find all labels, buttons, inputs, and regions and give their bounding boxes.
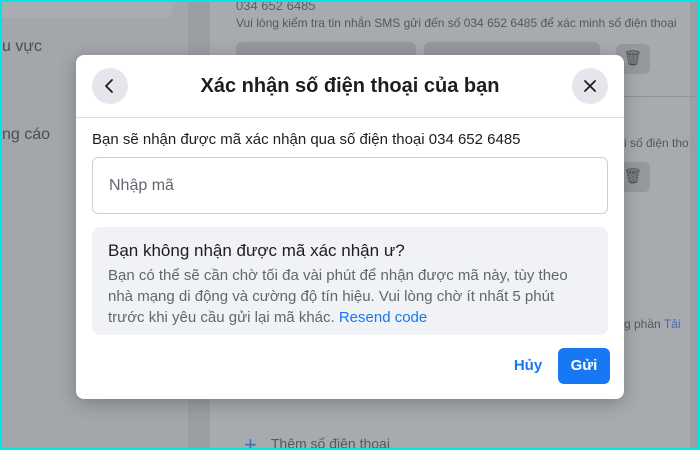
background-phone-number: 034 652 6485 xyxy=(236,2,316,13)
cancel-button[interactable]: Hủy xyxy=(500,348,556,384)
resend-code-link[interactable]: Resend code xyxy=(339,309,427,326)
screenshot-frame: u vực ng cáo 034 652 6485 Vui lòng kiểm … xyxy=(2,2,698,448)
background-link: Tải xyxy=(663,317,681,331)
close-button[interactable] xyxy=(572,68,608,104)
background-text-snippet: g phần xyxy=(624,317,661,331)
dialog-description: Bạn sẽ nhận được mã xác nhận qua số điện… xyxy=(92,131,521,148)
background-sidebar-item: u vực xyxy=(2,38,43,55)
background-add-phone: + Thêm số điện thoại xyxy=(244,432,390,448)
background-sidebar-top xyxy=(2,2,172,18)
background-text: g phần Tải xyxy=(624,317,681,331)
background-add-phone-label: Thêm số điện thoại xyxy=(270,435,390,448)
help-box: Bạn không nhận được mã xác nhận ư? Bạn c… xyxy=(92,227,608,335)
chevron-left-icon xyxy=(105,79,113,93)
back-button[interactable] xyxy=(92,68,128,104)
help-description: Bạn có thể sẽ cần chờ tối đa vài phút để… xyxy=(108,265,592,328)
code-input[interactable] xyxy=(92,157,608,214)
background-sms-notice: Vui lòng kiểm tra tin nhắn SMS gửi đến s… xyxy=(236,16,677,30)
close-icon xyxy=(584,80,596,92)
help-title: Bạn không nhận được mã xác nhận ư? xyxy=(108,241,405,260)
verify-phone-dialog: Xác nhận số điện thoại của bạn Bạn sẽ nh… xyxy=(76,55,624,399)
background-text: i số điện tho xyxy=(624,136,689,150)
send-button[interactable]: Gửi xyxy=(558,348,610,384)
background-sidebar-item: ng cáo xyxy=(2,126,51,143)
plus-icon: + xyxy=(244,432,257,448)
dialog-title: Xác nhận số điện thoại của bạn xyxy=(200,75,500,97)
dialog-header: Xác nhận số điện thoại của bạn xyxy=(76,55,624,118)
